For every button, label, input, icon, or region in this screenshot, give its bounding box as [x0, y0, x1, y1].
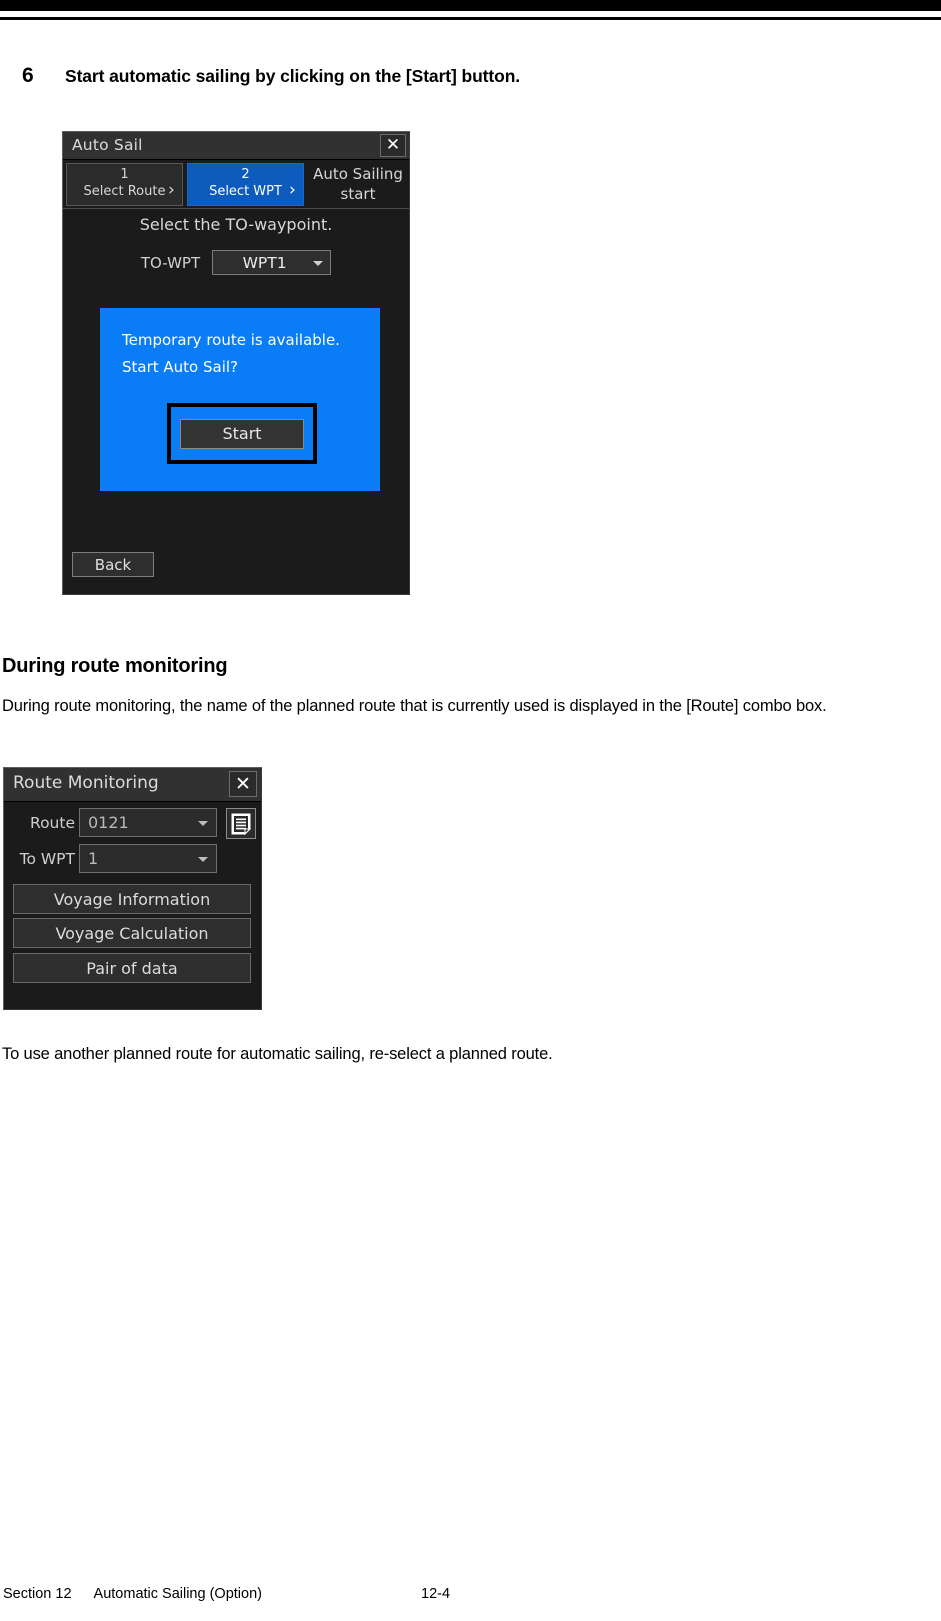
breadcrumb-step-1-number: 1	[120, 167, 129, 182]
to-wpt-label: To WPT	[19, 849, 75, 868]
route-field-row: Route 0121	[13, 808, 217, 837]
close-icon[interactable]: ✕	[380, 134, 406, 157]
step-number: 6	[22, 64, 34, 87]
to-wpt-row: TO-WPT WPT1	[63, 250, 409, 275]
breadcrumb-step-3-number: Auto Sailing	[313, 165, 403, 183]
breadcrumb-step-2-label: Select WPT	[209, 184, 282, 199]
route-monitoring-titlebar: Route Monitoring ✕	[4, 768, 261, 802]
to-wpt-field-row: To WPT 1	[13, 844, 217, 873]
chevron-right-icon: ›	[168, 180, 175, 200]
breadcrumb-step-select-wpt[interactable]: 2 Select WPT	[187, 163, 304, 206]
close-icon[interactable]: ✕	[229, 771, 257, 797]
start-button-highlight: Start	[167, 403, 317, 464]
back-button[interactable]: Back	[72, 552, 154, 577]
paragraph-route-monitoring: During route monitoring, the name of the…	[2, 697, 827, 715]
breadcrumb-step-auto-sailing-start: Auto Sailing start	[308, 163, 408, 206]
auto-sail-title: Auto Sail	[72, 136, 143, 154]
pair-of-data-button[interactable]: Pair of data	[13, 953, 251, 983]
route-select[interactable]: 0121	[79, 808, 217, 837]
chevron-down-icon	[198, 857, 208, 862]
list-document-icon	[231, 813, 251, 835]
voyage-information-button[interactable]: Voyage Information	[13, 884, 251, 914]
route-monitoring-dialog: Route Monitoring ✕ Route 0121 To WPT 1 V…	[3, 767, 262, 1010]
auto-sail-confirm-panel: Temporary route is available. Start Auto…	[100, 308, 380, 491]
breadcrumb-step-2-number: 2	[241, 167, 250, 182]
to-wpt-label: TO-WPT	[140, 253, 201, 272]
footer-page-number: 12-4	[421, 1586, 451, 1602]
confirm-message-line-2: Start Auto Sail?	[122, 358, 239, 376]
route-label: Route	[30, 813, 75, 832]
footer-section-title: Automatic Sailing (Option)	[93, 1586, 262, 1602]
auto-sail-dialog: Auto Sail ✕ 1 Select Route › 2 Select WP…	[62, 131, 410, 595]
to-wpt-value: WPT1	[242, 253, 287, 272]
step-instruction: 6 Start automatic sailing by clicking on…	[22, 64, 912, 88]
auto-sail-step-breadcrumb: 1 Select Route › 2 Select WPT › Auto Sai…	[63, 160, 409, 209]
route-monitoring-title: Route Monitoring	[13, 773, 159, 793]
page-header-bar	[0, 0, 941, 11]
confirm-message-line-1: Temporary route is available.	[122, 331, 340, 349]
auto-sail-instruction: Select the TO-waypoint.	[139, 215, 333, 234]
paragraph-reselect-route: To use another planned route for automat…	[2, 1045, 553, 1063]
to-wpt-select[interactable]: 1	[79, 844, 217, 873]
section-heading: During route monitoring	[2, 655, 228, 677]
chevron-right-icon: ›	[289, 180, 296, 200]
voyage-calculation-button[interactable]: Voyage Calculation	[13, 918, 251, 948]
breadcrumb-step-select-route[interactable]: 1 Select Route	[66, 163, 183, 206]
route-list-button[interactable]	[226, 808, 256, 839]
route-value: 0121	[88, 813, 129, 832]
footer-section-number: Section 12	[3, 1586, 72, 1602]
footer-section: Section 12 Automatic Sailing (Option)	[3, 1586, 262, 1602]
start-button[interactable]: Start	[180, 418, 304, 449]
to-wpt-select[interactable]: WPT1	[212, 250, 332, 275]
step-text: Start automatic sailing by clicking on t…	[65, 66, 521, 86]
to-wpt-value: 1	[88, 849, 99, 868]
breadcrumb-step-3-label: start	[340, 185, 376, 203]
chevron-down-icon	[313, 261, 324, 266]
auto-sail-titlebar: Auto Sail ✕	[63, 132, 409, 160]
chevron-down-icon	[198, 821, 208, 826]
page-header-rule	[0, 17, 941, 20]
breadcrumb-step-1-label: Select Route	[83, 184, 166, 199]
